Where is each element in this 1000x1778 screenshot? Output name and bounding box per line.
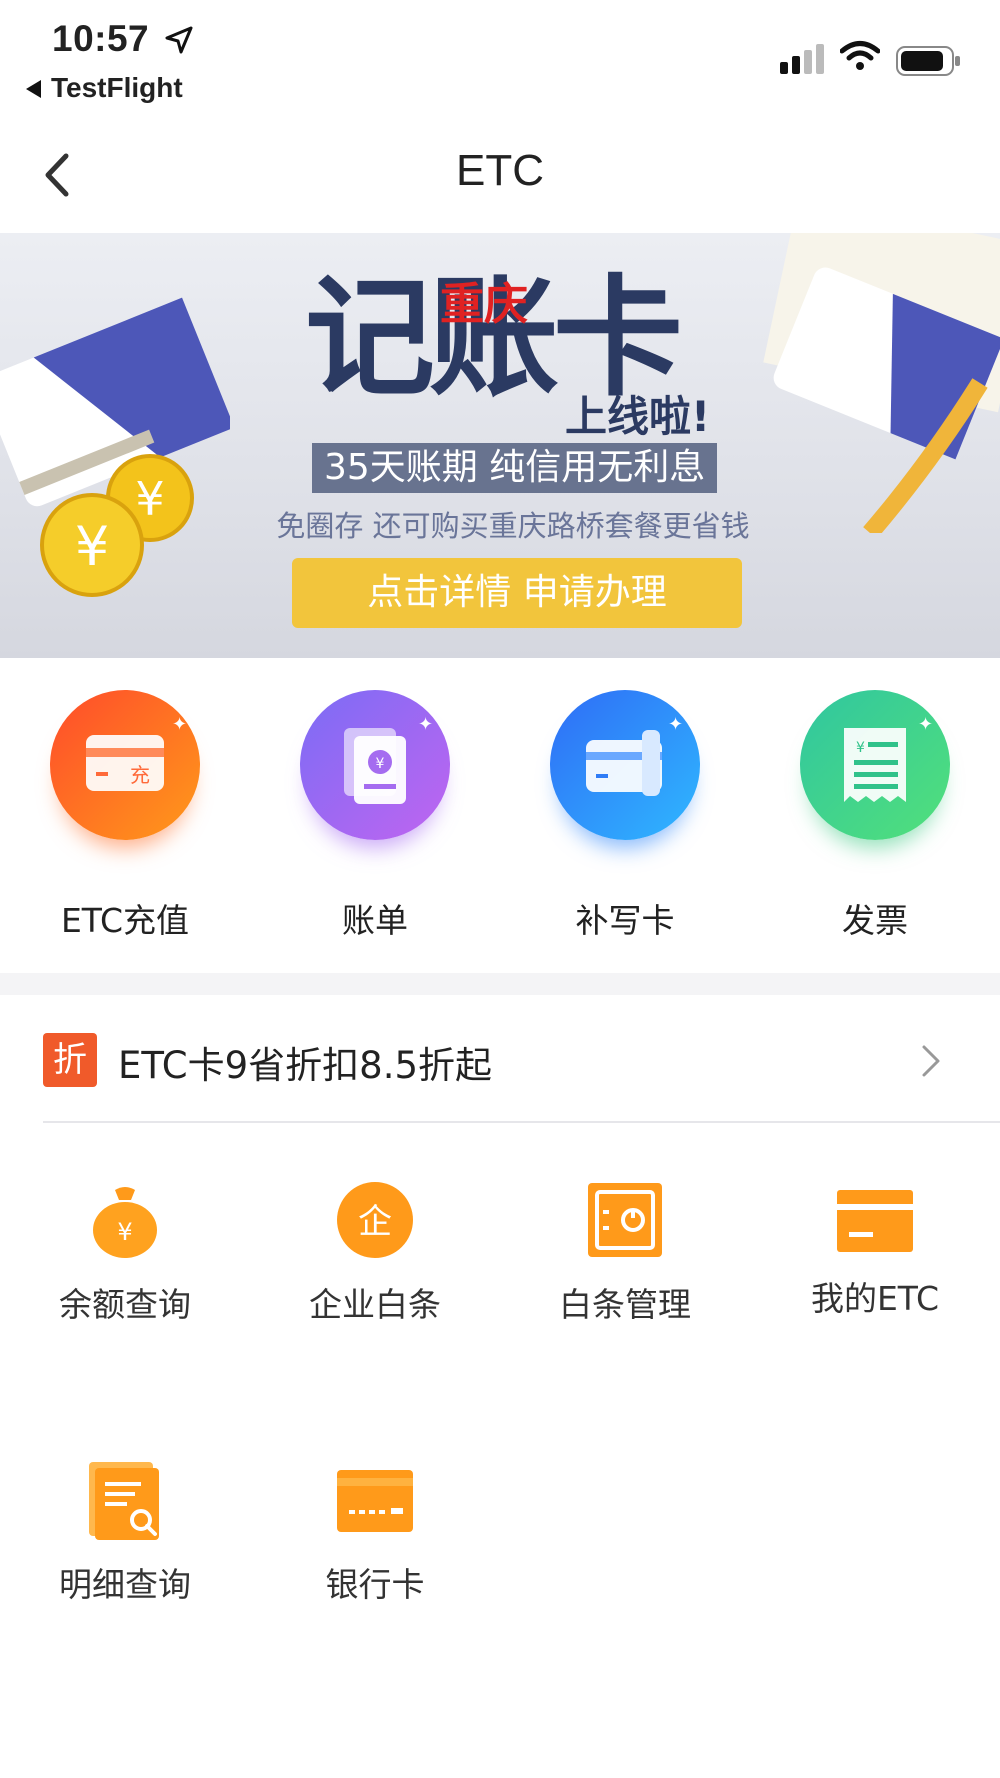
grid-item-label: 我的ETC bbox=[810, 1279, 940, 1318]
battery-icon bbox=[896, 46, 960, 76]
banner-apply-button[interactable]: 点击详情 申请办理 bbox=[292, 558, 742, 628]
primary-features: 充 ✦ ETC充值 ¥ ✦ 账单 ✦ 补写卡 ¥ ✦ 发票 bbox=[0, 690, 1000, 960]
feature-invoice[interactable]: ¥ ✦ 发票 bbox=[750, 690, 1000, 942]
banner-description: 免圈存 还可购买重庆路桥套餐更省钱 bbox=[276, 509, 750, 543]
svg-text:✦: ✦ bbox=[172, 714, 187, 735]
feature-bill[interactable]: ¥ ✦ 账单 bbox=[250, 690, 500, 942]
status-time: 10:57 bbox=[52, 18, 150, 59]
status-bar: 10:57 TestFlight bbox=[0, 0, 1000, 110]
divider bbox=[43, 1121, 1000, 1123]
svg-text:企: 企 bbox=[358, 1202, 392, 1242]
back-to-app-link[interactable]: TestFlight bbox=[26, 72, 183, 104]
cellular-signal-icon bbox=[780, 44, 824, 74]
money-bag-icon: ¥ bbox=[85, 1180, 165, 1260]
feature-label: 发票 bbox=[842, 901, 908, 940]
banner-subtitle: 上线啦! bbox=[565, 392, 711, 441]
wifi-icon bbox=[840, 41, 880, 70]
svg-text:¥: ¥ bbox=[376, 756, 385, 772]
svg-text:✦: ✦ bbox=[418, 714, 433, 735]
grid-item-balance-query[interactable]: ¥ 余额查询 bbox=[0, 1180, 250, 1326]
invoice-icon: ¥ ✦ bbox=[800, 690, 950, 840]
feature-label: 账单 bbox=[342, 901, 408, 940]
grid-item-label: 企业白条 bbox=[309, 1285, 441, 1324]
grid-item-credit-management[interactable]: 白条管理 bbox=[500, 1180, 750, 1326]
section-divider bbox=[0, 973, 1000, 995]
card-icon bbox=[835, 1180, 915, 1260]
detail-search-icon bbox=[85, 1460, 165, 1540]
grid-item-label: 明细查询 bbox=[59, 1565, 191, 1604]
bank-card-icon bbox=[335, 1460, 415, 1540]
grid-item-label: 银行卡 bbox=[325, 1565, 425, 1604]
enterprise-icon: 企 bbox=[335, 1180, 415, 1260]
card-write-icon: ✦ bbox=[550, 690, 700, 840]
svg-text:充: 充 bbox=[130, 763, 150, 787]
safe-icon bbox=[585, 1180, 665, 1260]
banner-highlight: 35天账期 纯信用无利息 bbox=[312, 443, 718, 493]
location-arrow-icon bbox=[165, 26, 193, 54]
svg-text:✦: ✦ bbox=[668, 714, 683, 735]
grid-item-label: 白条管理 bbox=[559, 1285, 691, 1324]
svg-text:✦: ✦ bbox=[918, 714, 933, 735]
grid-item-bank-card[interactable]: 银行卡 bbox=[250, 1460, 500, 1606]
grid-item-enterprise-credit[interactable]: 企 企业白条 bbox=[250, 1180, 500, 1326]
discount-badge: 折 bbox=[43, 1033, 97, 1087]
navigation-bar: ETC bbox=[0, 120, 1000, 230]
page-title: ETC bbox=[456, 146, 544, 195]
grid-item-detail-query[interactable]: 明细查询 bbox=[0, 1460, 250, 1606]
promo-banner[interactable]: ¥ ¥ 记账卡 重庆 上线啦! 35天账期 纯信用无利息 免圈存 还可购买重庆路… bbox=[0, 233, 1000, 658]
svg-text:¥: ¥ bbox=[856, 740, 865, 756]
feature-label: 补写卡 bbox=[575, 901, 675, 940]
discount-promo-row[interactable]: 折 ETC卡9省折扣8.5折起 bbox=[0, 995, 1000, 1121]
card-recharge-icon: 充 ✦ bbox=[50, 690, 200, 840]
feature-etc-recharge[interactable]: 充 ✦ ETC充值 bbox=[0, 690, 250, 942]
feature-card-write[interactable]: ✦ 补写卡 bbox=[500, 690, 750, 942]
banner-title-city: 重庆 bbox=[440, 279, 528, 330]
chevron-right-icon bbox=[922, 1045, 940, 1077]
grid-item-label: 余额查询 bbox=[59, 1285, 191, 1324]
bill-icon: ¥ ✦ bbox=[300, 690, 450, 840]
back-triangle-icon bbox=[26, 80, 41, 98]
feature-label: ETC充值 bbox=[60, 901, 190, 940]
discount-promo-text: ETC卡9省折扣8.5折起 bbox=[118, 1044, 493, 1087]
svg-text:¥: ¥ bbox=[117, 1218, 132, 1246]
back-app-label: TestFlight bbox=[51, 72, 183, 103]
grid-item-my-etc[interactable]: 我的ETC bbox=[750, 1180, 1000, 1320]
banner-card-illustration-right bbox=[763, 233, 1000, 533]
